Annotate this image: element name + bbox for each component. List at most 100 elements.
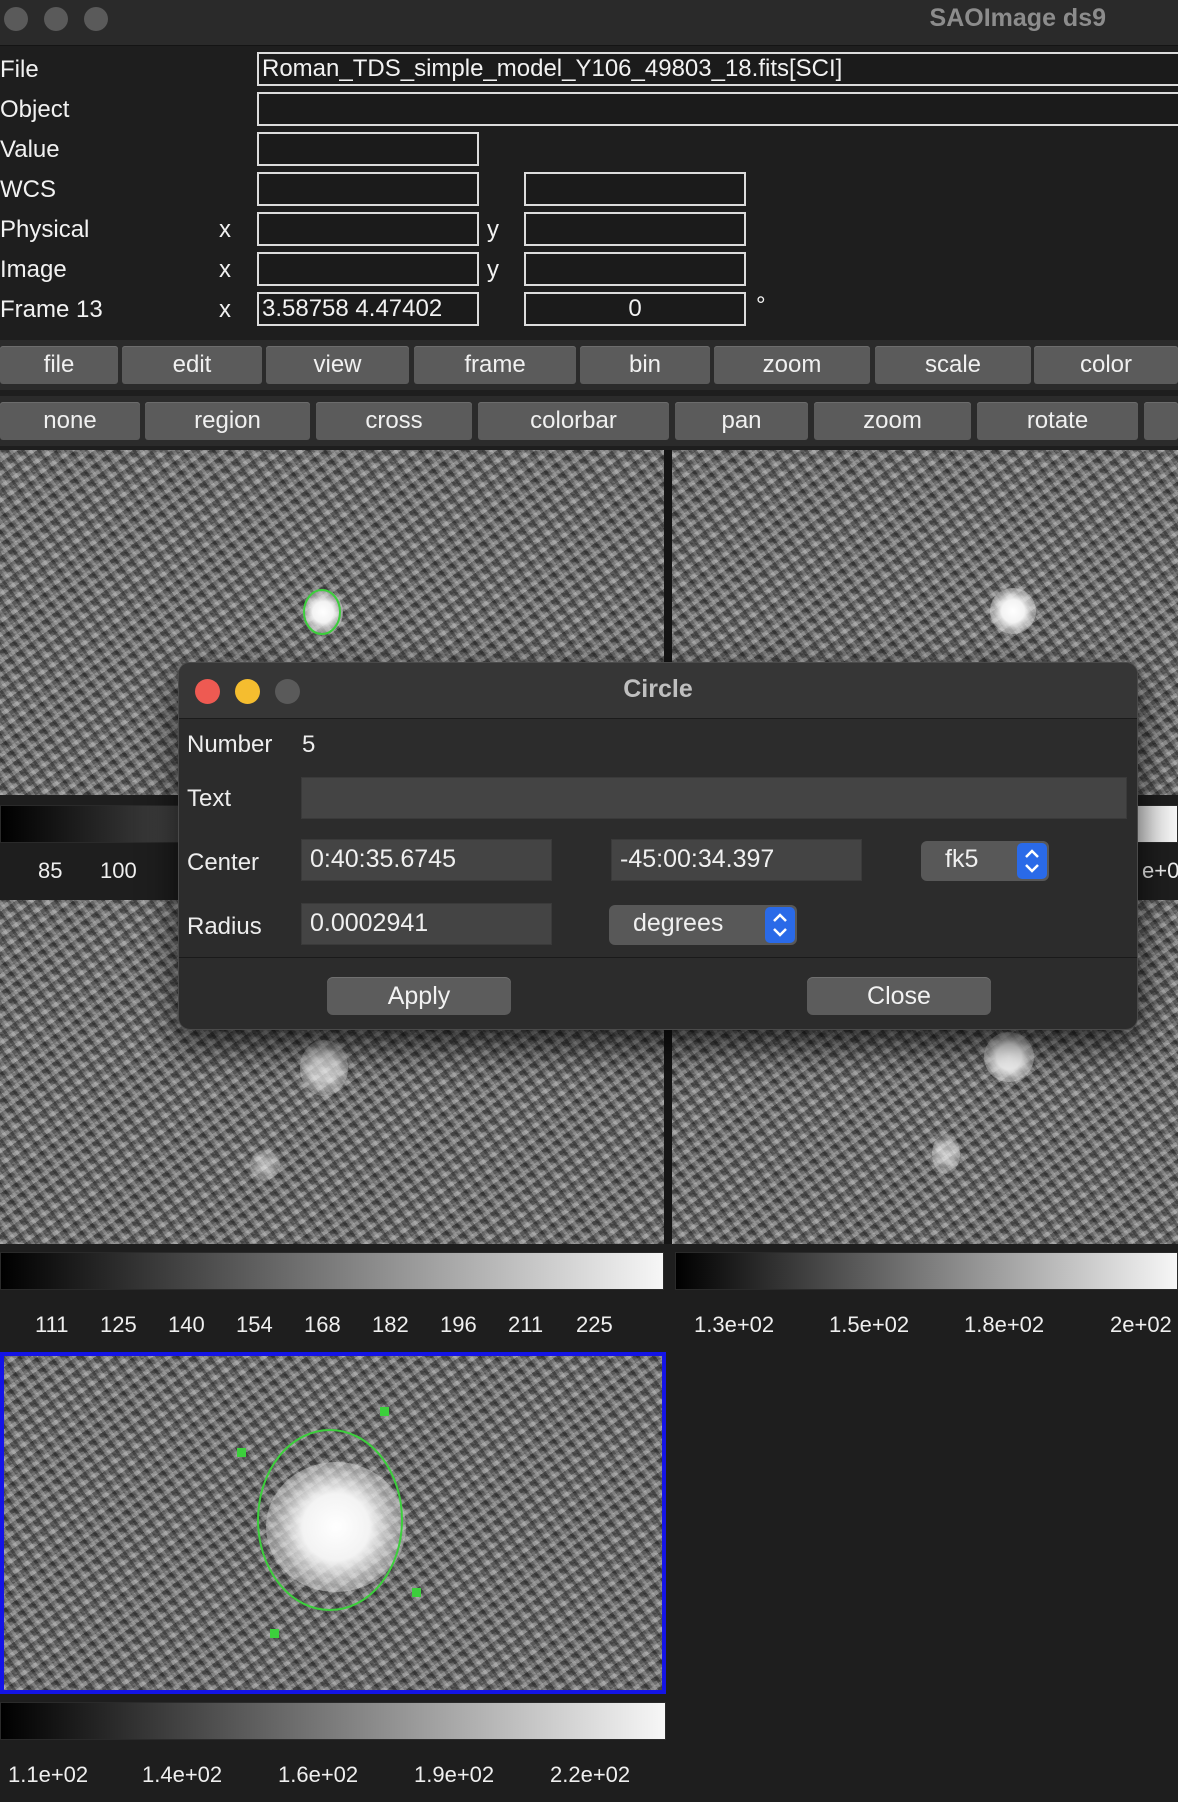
region-handle xyxy=(270,1629,279,1638)
image-frame-current[interactable] xyxy=(0,1352,666,1694)
colorbar-tick: 125 xyxy=(100,1312,137,1337)
mode-colorbar-button[interactable]: colorbar xyxy=(478,402,669,440)
menu-zoom-button[interactable]: zoom xyxy=(714,346,870,384)
region-circle-selected[interactable] xyxy=(0,1352,666,1694)
window-title: SAOImage ds9 xyxy=(929,4,1106,32)
value-field[interactable] xyxy=(257,132,479,166)
region-handle xyxy=(237,1448,246,1457)
apply-button[interactable]: Apply xyxy=(327,977,511,1015)
file-field[interactable]: Roman_TDS_simple_model_Y106_49803_18.fit… xyxy=(257,52,1178,86)
colorbar-2-ticks: e+0 xyxy=(1140,850,1178,896)
physical-y-label: y xyxy=(487,216,499,243)
image-x-label: x xyxy=(219,256,231,283)
radius-input[interactable]: 0.0002941 xyxy=(301,903,552,945)
colorbar-4[interactable] xyxy=(675,1252,1178,1290)
close-button[interactable]: Close xyxy=(807,977,991,1015)
degree-symbol: ° xyxy=(756,292,766,319)
image-y-label: y xyxy=(487,256,499,283)
colorbar-tick: 154 xyxy=(236,1312,273,1337)
colorbar-tick: 2.2e+02 xyxy=(550,1762,631,1787)
physical-x-field[interactable] xyxy=(257,212,479,246)
colorbar-tick: 168 xyxy=(304,1312,341,1337)
region-handle xyxy=(412,1588,421,1597)
menu-view-button[interactable]: view xyxy=(266,346,409,384)
image-x-field[interactable] xyxy=(257,252,479,286)
dialog-separator xyxy=(179,957,1137,958)
physical-label: Physical xyxy=(0,216,90,243)
colorbar-tick: 2e+02 xyxy=(1110,1312,1172,1337)
mode-region-button[interactable]: region xyxy=(145,402,310,440)
menu-button-bar: file edit view frame bin zoom scale colo… xyxy=(0,340,1178,390)
menu-bin-button[interactable]: bin xyxy=(580,346,710,384)
dialog-titlebar: Circle xyxy=(179,663,1137,719)
menu-edit-button[interactable]: edit xyxy=(122,346,262,384)
center-label: Center xyxy=(187,849,260,876)
window-close-button[interactable] xyxy=(4,7,28,31)
wcs-dec-field[interactable] xyxy=(524,172,746,206)
file-label: File xyxy=(0,56,39,83)
radius-units-select[interactable]: degrees xyxy=(609,905,797,945)
physical-x-label: x xyxy=(219,216,231,243)
text-label: Text xyxy=(187,785,232,812)
colorbar-tick: 140 xyxy=(168,1312,205,1337)
image-y-field[interactable] xyxy=(524,252,746,286)
colorbar-tick: 1.9e+02 xyxy=(414,1762,495,1787)
chevron-updown-icon xyxy=(1017,843,1047,879)
mode-pan-button[interactable]: pan xyxy=(675,402,808,440)
wcs-ra-field[interactable] xyxy=(257,172,479,206)
number-value: 5 xyxy=(302,731,316,758)
center-dec-input[interactable]: -45:00:34.397 xyxy=(611,839,862,881)
object-label: Object xyxy=(0,96,70,123)
mode-rotate-button[interactable]: rotate xyxy=(977,402,1138,440)
colorbar-5[interactable] xyxy=(0,1702,666,1740)
menu-color-button[interactable]: color xyxy=(1034,346,1178,384)
star-source xyxy=(984,1032,1034,1082)
colorbar-tick: 85 xyxy=(38,858,63,883)
colorbar-3[interactable] xyxy=(0,1252,664,1290)
region-handle xyxy=(380,1407,389,1416)
chevron-updown-icon xyxy=(765,907,795,943)
window-zoom-button[interactable] xyxy=(84,7,108,31)
object-field[interactable] xyxy=(257,92,1178,126)
star-source xyxy=(932,1134,960,1174)
colorbar-tick: e+0 xyxy=(1142,858,1178,883)
colorbar-5-ticks: 1.1e+02 1.4e+02 1.6e+02 1.9e+02 2.2e+02 xyxy=(0,1754,666,1800)
colorbar-tick: 1.1e+02 xyxy=(8,1762,89,1787)
physical-y-field[interactable] xyxy=(524,212,746,246)
frame-x-label: x xyxy=(219,296,231,323)
colorbar-tick: 182 xyxy=(372,1312,409,1337)
window-titlebar: SAOImage ds9 xyxy=(0,0,1178,46)
menu-scale-button[interactable]: scale xyxy=(875,346,1031,384)
window-minimize-button[interactable] xyxy=(44,7,68,31)
number-label: Number xyxy=(187,731,273,758)
text-input[interactable] xyxy=(301,777,1127,819)
mode-none-button[interactable]: none xyxy=(0,402,140,440)
colorbar-tick: 196 xyxy=(440,1312,477,1337)
menu-frame-button[interactable]: frame xyxy=(414,346,576,384)
colorbar-tick: 1.4e+02 xyxy=(142,1762,223,1787)
frame-label: Frame 13 xyxy=(0,296,103,323)
mode-button-bar: none region cross colorbar pan zoom rota… xyxy=(0,396,1178,446)
coord-system-select[interactable]: fk5 xyxy=(921,841,1049,881)
radius-units-value: degrees xyxy=(633,909,724,937)
colorbar-tick: 1.6e+02 xyxy=(278,1762,359,1787)
colorbar-tick: 111 xyxy=(35,1312,69,1337)
mode-cross-button[interactable]: cross xyxy=(316,402,472,440)
image-label: Image xyxy=(0,256,67,283)
colorbar-tick: 1.8e+02 xyxy=(964,1312,1045,1337)
mode-more-button[interactable] xyxy=(1144,402,1178,440)
menu-file-button[interactable]: file xyxy=(0,346,118,384)
colorbar-tick: 1.3e+02 xyxy=(694,1312,775,1337)
star-source xyxy=(990,588,1036,634)
wcs-label: WCS xyxy=(0,176,56,203)
colorbar-tick: 211 xyxy=(508,1312,544,1337)
center-ra-input[interactable]: 0:40:35.6745 xyxy=(301,839,552,881)
radius-label: Radius xyxy=(187,913,262,940)
star-source xyxy=(250,1150,280,1180)
mode-zoom-button[interactable]: zoom xyxy=(814,402,971,440)
star-source xyxy=(300,1040,348,1096)
value-label: Value xyxy=(0,136,60,163)
frame-zoom-field[interactable]: 3.58758 4.47402 xyxy=(257,292,479,326)
colorbar-3-ticks: 111 125 140 154 168 182 196 211 225 xyxy=(0,1304,664,1350)
frame-angle-field[interactable]: 0 xyxy=(524,292,746,326)
